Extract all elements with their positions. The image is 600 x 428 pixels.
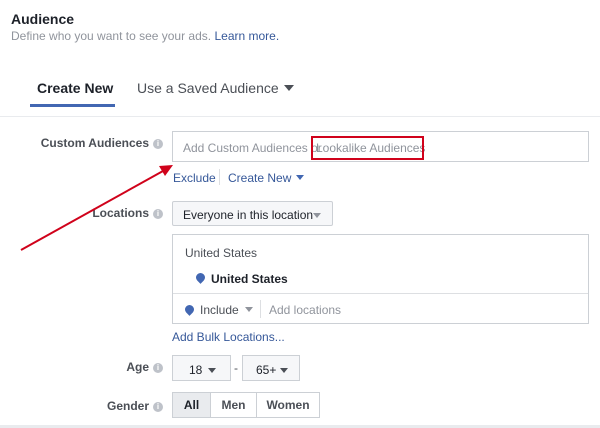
annotation-arrow	[20, 165, 173, 251]
arrow-shaft	[20, 170, 164, 251]
arrow-head	[159, 165, 173, 176]
